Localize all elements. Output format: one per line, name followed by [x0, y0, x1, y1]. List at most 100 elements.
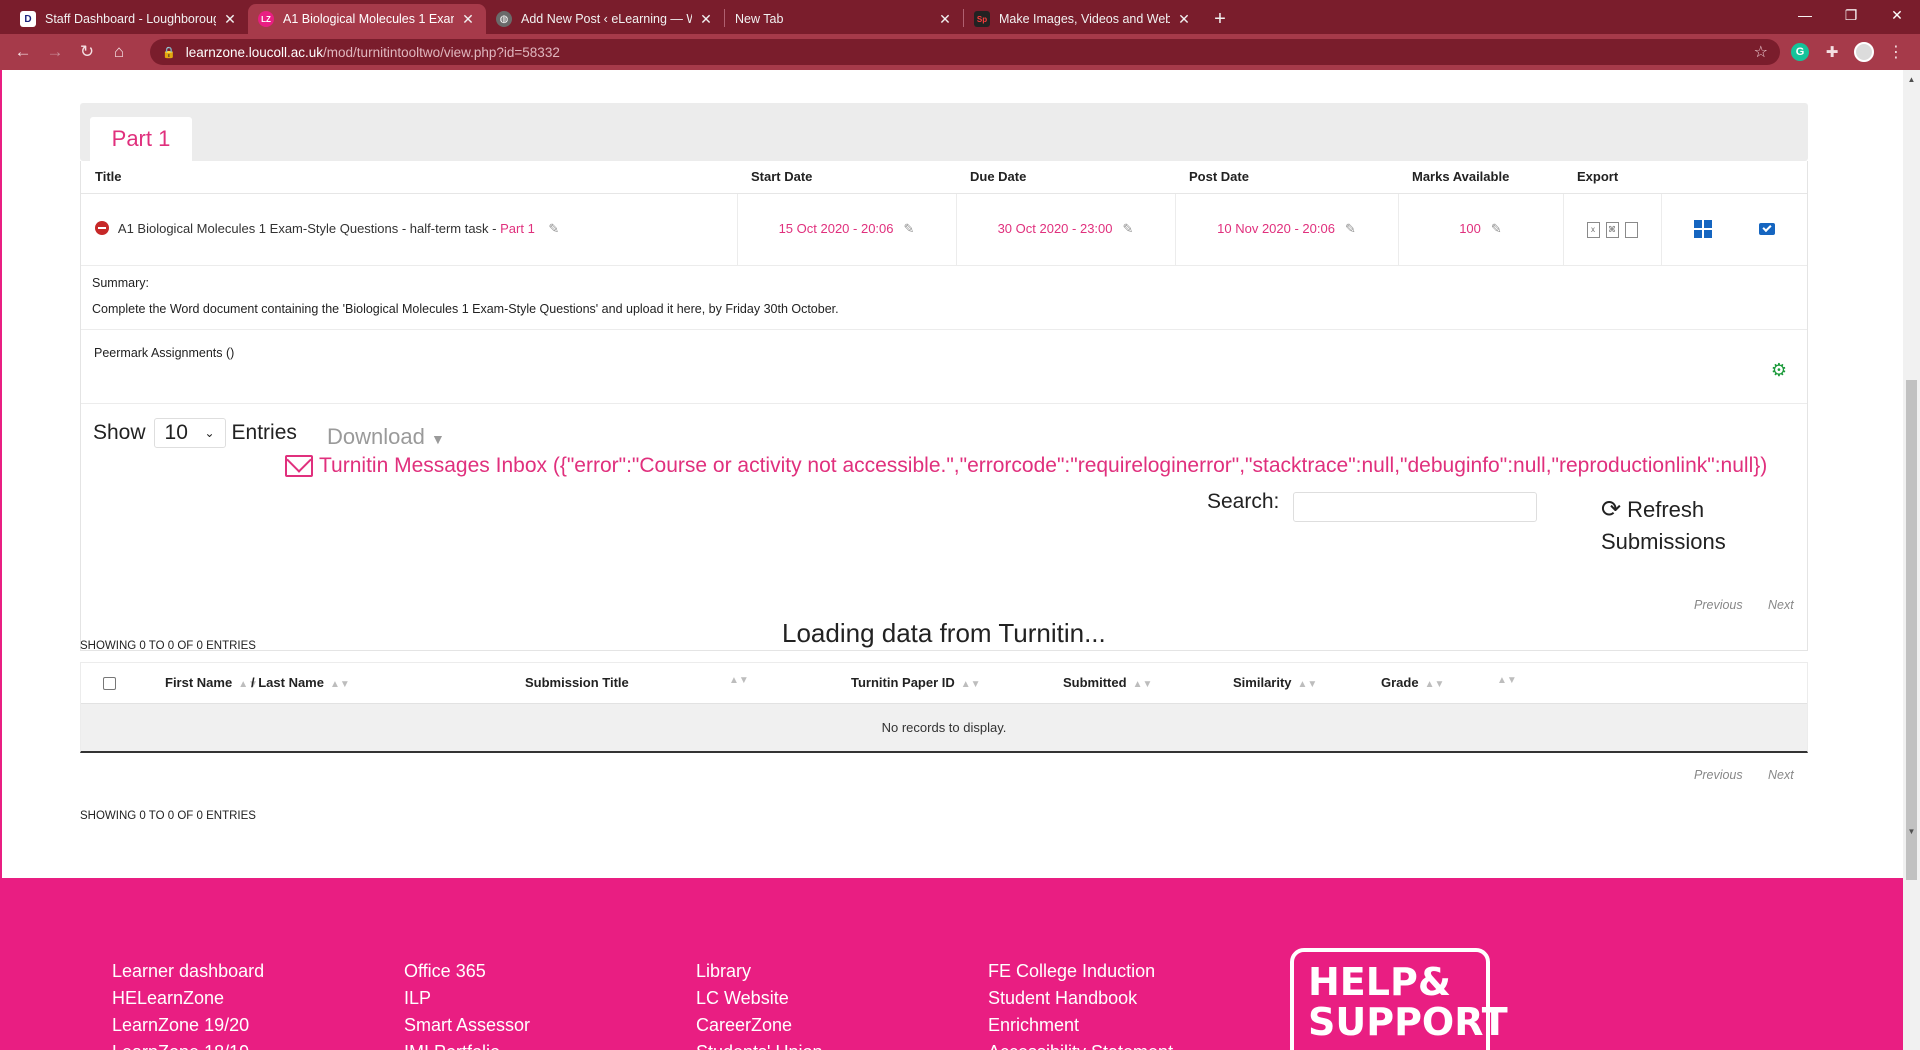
minimize-icon[interactable]: —	[1782, 0, 1828, 30]
footer-link[interactable]: Learner dashboard	[112, 958, 264, 985]
messages-inbox-link[interactable]: Turnitin Messages Inbox ({"error":"Cours…	[285, 454, 1767, 478]
pager-previous-bottom[interactable]: Previous	[1694, 768, 1743, 782]
close-icon[interactable]: ✕	[698, 11, 714, 28]
scroll-up-arrow-icon[interactable]: ▲	[1903, 72, 1920, 86]
col-grade[interactable]: Grade ▲▼	[1381, 675, 1444, 690]
help-support-logo[interactable]: HELP& SUPPORT	[1290, 948, 1508, 1050]
close-icon[interactable]: ✕	[222, 11, 238, 28]
footer-link[interactable]: Library	[696, 958, 823, 985]
grammarly-extension-icon[interactable]: G	[1788, 40, 1812, 64]
post-date[interactable]: 10 Nov 2020 - 20:06	[1217, 221, 1335, 236]
edit-pencil-icon[interactable]: ✎	[548, 221, 559, 236]
home-icon[interactable]: ⌂	[106, 39, 132, 65]
footer-link[interactable]: HELearnZone	[112, 985, 264, 1012]
show-label: Show	[93, 421, 146, 444]
browser-tabbar: D Staff Dashboard - Loughborough ✕ LZ A1…	[0, 0, 1920, 34]
scroll-down-arrow-icon[interactable]: ▼	[1903, 824, 1920, 838]
col-similarity[interactable]: Similarity ▲▼	[1233, 675, 1317, 690]
address-bar[interactable]: 🔒 learnzone.loucoll.ac.uk/mod/turnitinto…	[150, 39, 1780, 65]
start-date[interactable]: 15 Oct 2020 - 20:06	[779, 221, 894, 236]
browser-tab-new-tab[interactable]: New Tab ✕	[725, 4, 963, 34]
footer-link[interactable]: Students' Union	[696, 1039, 823, 1050]
footer-link[interactable]: ILP	[404, 985, 530, 1012]
marks-available[interactable]: 100	[1459, 221, 1481, 236]
summary-text: Complete the Word document containing th…	[92, 302, 839, 316]
export-excel-icon[interactable]: x	[1586, 221, 1600, 238]
loading-message: Loading data from Turnitin...	[782, 618, 1106, 648]
envelope-icon	[285, 455, 313, 477]
footer-column-2: Office 365 ILP Smart Assessor IMI Portfo…	[404, 958, 530, 1050]
sort-icon[interactable]: ▲▼	[729, 675, 749, 686]
edit-pencil-icon[interactable]: ✎	[1345, 221, 1356, 236]
tab-title: A1 Biological Molecules 1 Exam-	[283, 12, 454, 26]
edit-pencil-icon[interactable]: ✎	[1491, 221, 1502, 236]
reload-icon[interactable]: ↻	[74, 39, 100, 65]
pager-next-bottom[interactable]: Next	[1768, 768, 1794, 782]
footer-link[interactable]: Smart Assessor	[404, 1012, 530, 1039]
bookmark-star-icon[interactable]: ☆	[1754, 42, 1768, 62]
col-submitted[interactable]: Submitted ▲▼	[1063, 675, 1152, 690]
col-submission-title[interactable]: Submission Title	[525, 675, 629, 690]
entries-select[interactable]: 10 ⌄	[153, 418, 226, 448]
globe-favicon-icon: ◍	[496, 11, 512, 27]
browser-tab-active[interactable]: LZ A1 Biological Molecules 1 Exam- ✕	[248, 4, 486, 34]
scrollbar-thumb[interactable]	[1906, 380, 1917, 880]
col-due-date: Due Date	[956, 161, 1175, 194]
footer-link[interactable]: Enrichment	[988, 1012, 1173, 1039]
close-icon[interactable]: ✕	[460, 11, 476, 28]
download-dropdown[interactable]: Download ▼	[327, 424, 445, 450]
export-pdf-icon[interactable]: ⌘	[1605, 221, 1619, 238]
extensions-puzzle-icon[interactable]: ✚	[1820, 40, 1844, 64]
footer-link[interactable]: FE College Induction	[988, 958, 1173, 985]
hidden-stop-icon[interactable]	[95, 221, 109, 236]
select-all-checkbox[interactable]	[103, 677, 116, 690]
browser-tab-add-post[interactable]: ◍ Add New Post ‹ eLearning — Wo ✕	[486, 4, 724, 34]
col-paper-id[interactable]: Turnitin Paper ID ▲▼	[851, 675, 981, 690]
back-arrow-icon[interactable]: ←	[10, 39, 36, 65]
new-tab-plus-icon[interactable]: +	[1206, 4, 1234, 34]
post-date-cell: 10 Nov 2020 - 20:06 ✎	[1175, 193, 1399, 265]
gear-icon[interactable]: ⚙	[1771, 360, 1787, 381]
browser-tab-spark[interactable]: Sp Make Images, Videos and Web St ✕	[964, 4, 1202, 34]
tab-part-1[interactable]: Part 1	[90, 117, 192, 161]
export-file-icon[interactable]	[1624, 221, 1638, 238]
learnzone-favicon-icon: LZ	[258, 11, 274, 27]
part-link[interactable]: Part 1	[500, 221, 535, 236]
message-envelope-icon[interactable]	[1758, 223, 1775, 236]
browser-tab-staff-dashboard[interactable]: D Staff Dashboard - Loughborough ✕	[10, 4, 248, 34]
footer-link[interactable]: Accessibility Statement	[988, 1039, 1173, 1050]
page-scrollbar[interactable]: ▲ ▼	[1903, 70, 1920, 1050]
close-icon[interactable]: ✕	[937, 11, 953, 28]
edit-pencil-icon[interactable]: ✎	[1123, 221, 1134, 236]
submission-controls: Show 10 ⌄ Entries Download ▼ Turnitin Me…	[81, 403, 1807, 573]
refresh-submissions-button[interactable]: ⟳ Refresh Submissions	[1601, 494, 1771, 558]
due-date[interactable]: 30 Oct 2020 - 23:00	[998, 221, 1113, 236]
footer-link[interactable]: CareerZone	[696, 1012, 823, 1039]
actions-cell	[1661, 193, 1807, 265]
restore-icon[interactable]: ❐	[1828, 0, 1874, 30]
search-input[interactable]	[1293, 492, 1537, 522]
footer-link[interactable]: LC Website	[696, 985, 823, 1012]
menu-dots-icon[interactable]: ⋮	[1884, 40, 1908, 64]
footer-link[interactable]: Office 365	[404, 958, 530, 985]
peermark-block: Peermark Assignments () ⚙	[81, 329, 1807, 403]
summary-block: Summary: Complete the Word document cont…	[81, 265, 1807, 329]
window-close-icon[interactable]: ✕	[1874, 0, 1920, 30]
footer-link[interactable]: Student Handbook	[988, 985, 1173, 1012]
footer-link[interactable]: IMI Portfolio	[404, 1039, 530, 1050]
forward-arrow-icon[interactable]: →	[42, 39, 68, 65]
marks-cell: 100 ✎	[1398, 193, 1564, 265]
col-last-name[interactable]: / Last Name ▲▼	[251, 675, 350, 690]
pager-next-top[interactable]: Next	[1768, 598, 1794, 612]
col-first-name[interactable]: First Name ▲▼	[165, 675, 258, 690]
close-icon[interactable]: ✕	[1176, 11, 1192, 28]
footer-link[interactable]: LearnZone 19/20	[112, 1012, 264, 1039]
profile-avatar-icon[interactable]	[1852, 40, 1876, 64]
peermark-label[interactable]: Peermark Assignments ()	[94, 346, 234, 360]
edit-pencil-icon[interactable]: ✎	[904, 221, 915, 236]
pager-previous-top[interactable]: Previous	[1694, 598, 1743, 612]
sort-icon[interactable]: ▲▼	[1497, 675, 1517, 686]
grademark-grid-icon[interactable]	[1693, 220, 1712, 239]
footer-link[interactable]: LearnZone 18/19	[112, 1039, 264, 1050]
download-label: Download	[327, 424, 425, 449]
